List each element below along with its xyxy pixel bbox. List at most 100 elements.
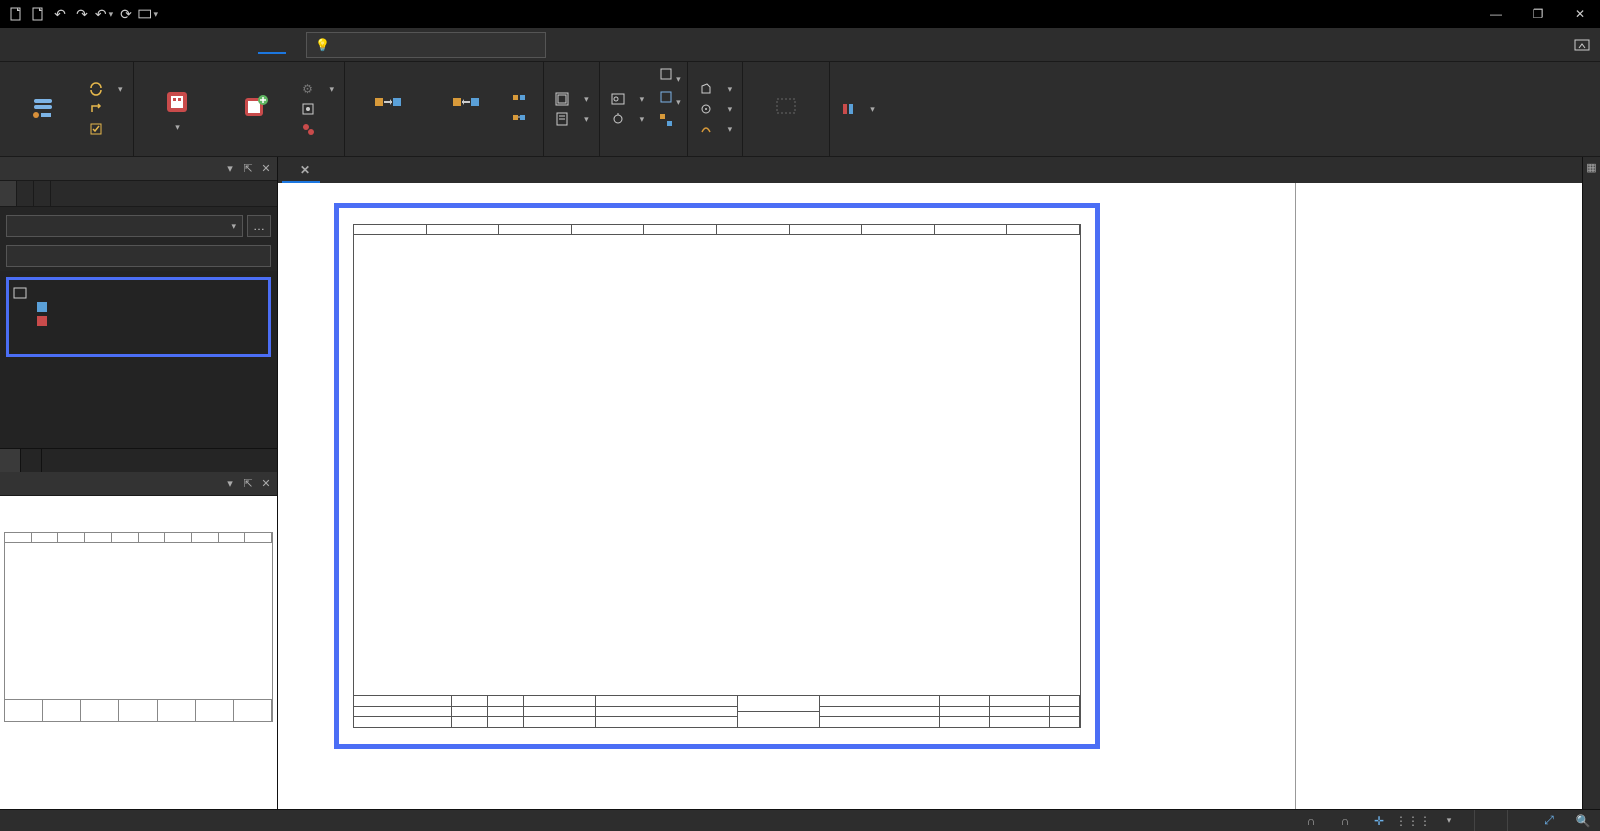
title-bar: ↶ ↷ ↶▾ ⟳ ▾ — ❐ ✕ <box>0 0 1600 28</box>
document-tabs: ✕ <box>278 157 1582 183</box>
ribbon-group-sync <box>345 62 544 156</box>
ribbon-group-drill-outline: ▾ <box>830 62 885 156</box>
pin-icon[interactable]: ⇱ <box>241 162 255 175</box>
form-copper-button[interactable]: ▾ <box>694 120 737 138</box>
snap-icon-1[interactable]: ∩ <box>1302 812 1320 830</box>
ribbon-group-parts: ▾ <box>0 62 134 156</box>
zoom-fit-icon[interactable]: ⤢ <box>1540 812 1558 830</box>
menu-edit[interactable] <box>90 37 118 53</box>
menu-view[interactable] <box>118 37 146 53</box>
subtab-devices[interactable] <box>34 181 51 206</box>
symbol-icon-1[interactable]: ▾ <box>658 66 681 85</box>
update-button[interactable] <box>84 100 127 118</box>
filter-select[interactable]: ▾ <box>6 215 243 237</box>
tree-item-2[interactable] <box>13 314 264 328</box>
ribbon-group-macros: ▾ ⚙▾ <box>134 62 346 156</box>
minimize-button[interactable]: — <box>1482 4 1510 24</box>
panel-dropdown-icon[interactable]: ▾ <box>223 162 237 175</box>
drawing-canvas[interactable] <box>278 183 1582 809</box>
ribbon-group-drill-frame <box>743 62 830 156</box>
panel-close-icon[interactable]: ✕ <box>259 162 273 175</box>
tab-list[interactable] <box>21 449 42 472</box>
close-window-button[interactable]: ✕ <box>1566 4 1594 24</box>
zoom-icon[interactable]: 🔍 <box>1574 812 1592 830</box>
pin-icon[interactable]: ⇱ <box>241 477 255 490</box>
left-column: ▾ ⇱ ✕ ▾ … <box>0 157 278 809</box>
sync-system-button[interactable] <box>507 110 537 128</box>
drawing-frame <box>334 203 1100 749</box>
symbol-button[interactable]: ▾ <box>606 110 649 128</box>
form-button[interactable]: ▾ <box>550 110 593 128</box>
status-bar: ∩ ∩ ✛ ⋮⋮⋮ ▾ ⤢ 🔍 <box>0 809 1600 831</box>
snap-icon-2[interactable]: ∩ <box>1336 812 1354 830</box>
tree-list-tabs <box>0 448 277 472</box>
filter-more-button[interactable]: … <box>247 215 271 237</box>
maximize-button[interactable]: ❐ <box>1524 4 1552 24</box>
symbol-icon-3[interactable] <box>658 112 681 131</box>
symbol-icon-2[interactable]: ▾ <box>658 89 681 108</box>
menu-devices[interactable] <box>146 37 174 53</box>
panel-close-icon[interactable]: ✕ <box>259 477 273 490</box>
ribbon-group-symbols: ▾ ▾ ▾ ▾ <box>600 62 688 156</box>
tree-item-1[interactable] <box>13 300 264 314</box>
subtab-layout[interactable] <box>17 181 34 206</box>
menu-insert[interactable] <box>62 37 90 53</box>
right-strip[interactable]: ▦ <box>1582 157 1600 809</box>
new-icon[interactable] <box>6 4 26 24</box>
plotframe-button[interactable]: ▾ <box>550 90 593 108</box>
update-project-button[interactable] <box>429 66 503 152</box>
navigator-button[interactable]: ▾ <box>140 66 214 152</box>
create-button[interactable] <box>218 66 292 152</box>
bulb-icon: 💡 <box>315 38 330 52</box>
undo-icon[interactable]: ↶ <box>50 4 70 24</box>
pages-panel-header[interactable]: ▾ ⇱ ✕ <box>0 157 277 181</box>
complete-project-button[interactable] <box>507 90 537 108</box>
preview-panel-header[interactable]: ▾ ⇱ ✕ <box>0 472 277 496</box>
new2-icon[interactable] <box>28 4 48 24</box>
menu-connections[interactable] <box>174 37 202 53</box>
synchronize-button[interactable]: ▾ <box>84 80 127 98</box>
outline-nc-button[interactable]: ▾ <box>694 100 737 118</box>
ribbon-search[interactable]: 💡 <box>306 32 546 58</box>
logic-status[interactable] <box>1507 810 1524 831</box>
placeholder-button[interactable] <box>296 100 339 118</box>
grid-icon[interactable]: ⋮⋮⋮ <box>1404 812 1422 830</box>
insert-drill-button <box>749 66 823 152</box>
symbol-library-button[interactable]: ▾ <box>606 90 649 108</box>
panel-dropdown-icon[interactable]: ▾ <box>223 477 237 490</box>
menu-masterdata[interactable] <box>258 36 286 54</box>
grid-status[interactable] <box>1474 810 1491 831</box>
sync-project-button[interactable] <box>351 66 425 152</box>
undo-drop-icon[interactable]: ↶▾ <box>94 4 114 24</box>
outline-extrusion-button[interactable]: ▾ <box>694 80 737 98</box>
project-tree[interactable] <box>6 277 271 357</box>
doc-tab[interactable]: ✕ <box>282 159 320 183</box>
preview-panel: ▾ ⇱ ✕ <box>0 472 277 809</box>
value-input[interactable] <box>6 245 271 267</box>
pages-subtabs <box>0 181 277 207</box>
snap-icon-3[interactable]: ✛ <box>1370 812 1388 830</box>
insert-center-icon[interactable]: ▦ <box>1586 161 1596 174</box>
menu-home[interactable] <box>34 37 62 53</box>
generate-auto-button[interactable]: ⚙▾ <box>296 80 339 98</box>
management-button[interactable] <box>6 66 80 152</box>
collection-button[interactable] <box>296 120 339 138</box>
page-icon <box>35 301 49 313</box>
tab-close-icon[interactable]: ✕ <box>300 163 310 177</box>
refresh-icon[interactable]: ⟳ <box>116 4 136 24</box>
tab-tree[interactable] <box>0 449 21 472</box>
subtab-pages[interactable] <box>0 181 17 206</box>
redo-icon[interactable]: ↷ <box>72 4 92 24</box>
tree-root[interactable] <box>13 286 264 300</box>
menu-tools[interactable] <box>202 37 230 53</box>
pages-panel: ▾ ⇱ ✕ ▾ … <box>0 157 277 472</box>
menu-preplanning[interactable] <box>230 37 258 53</box>
menu-file[interactable] <box>6 37 34 53</box>
grid-dropdown-icon[interactable]: ▾ <box>1440 812 1458 830</box>
app-icon[interactable]: ▾ <box>138 4 158 24</box>
generate-button[interactable]: ▾ <box>836 100 879 118</box>
complete-button[interactable] <box>84 120 127 138</box>
ribbon-group-outline: ▾ ▾ ▾ <box>688 62 744 156</box>
collapse-ribbon-icon[interactable] <box>1572 35 1592 55</box>
preview-canvas[interactable] <box>0 496 277 809</box>
